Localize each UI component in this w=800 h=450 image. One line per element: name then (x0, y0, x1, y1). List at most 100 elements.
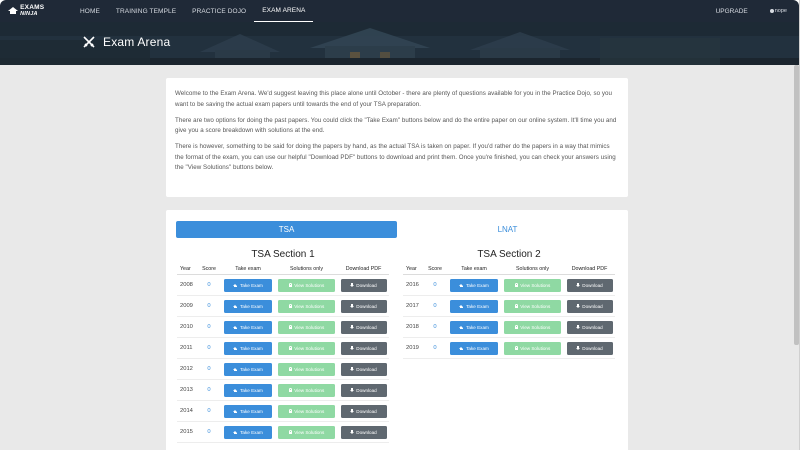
take-exam-cell: Take Exam (221, 278, 275, 292)
take-exam-button[interactable]: Take Exam (224, 425, 272, 439)
take-exam-button[interactable]: Take Exam (450, 341, 498, 355)
year-cell: 2014 (180, 408, 193, 414)
score-cell[interactable]: 0 (197, 429, 221, 435)
view-solutions-label: View Solutions (294, 408, 325, 414)
score-cell[interactable]: 0 (197, 366, 221, 372)
take-exam-button[interactable]: Take Exam (224, 341, 272, 355)
download-pdf-button[interactable]: Download (340, 383, 387, 397)
upgrade-link[interactable]: UPGRADE (716, 8, 748, 15)
download-pdf-button[interactable]: Download (566, 299, 613, 313)
download-pdf-button[interactable]: Download (566, 320, 613, 334)
take-exam-button[interactable]: Take Exam (450, 278, 498, 292)
score-cell[interactable]: 0 (423, 303, 447, 309)
lock-icon (514, 283, 519, 287)
download-pdf-cell: Download (338, 299, 389, 313)
download-icon (350, 346, 355, 350)
view-solutions-button[interactable]: View Solutions (504, 278, 561, 292)
graduation-cap-icon (233, 325, 238, 329)
lock-icon (288, 388, 293, 392)
take-exam-button[interactable]: Take Exam (224, 320, 272, 334)
download-pdf-button[interactable]: Download (340, 362, 387, 376)
score-cell[interactable]: 0 (197, 387, 221, 393)
take-exam-label: Take Exam (466, 282, 489, 288)
download-pdf-button[interactable]: Download (566, 341, 613, 355)
download-pdf-cell: Download (564, 320, 615, 334)
score-cell[interactable]: 0 (197, 345, 221, 351)
view-solutions-button[interactable]: View Solutions (278, 404, 335, 418)
tab-tsa[interactable]: TSA (176, 221, 397, 238)
view-solutions-button[interactable]: View Solutions (278, 299, 335, 313)
year-cell: 2015 (180, 429, 193, 435)
user-menu[interactable]: nope (769, 8, 787, 14)
score-cell[interactable]: 0 (197, 324, 221, 330)
lock-icon (514, 325, 519, 329)
nav-link-practice-dojo[interactable]: PRACTICE DOJO (184, 0, 254, 22)
download-pdf-button[interactable]: Download (340, 341, 387, 355)
download-icon (350, 325, 355, 329)
view-solutions-label: View Solutions (520, 282, 551, 288)
view-solutions-button[interactable]: View Solutions (504, 320, 561, 334)
exams-card: TSA LNAT TSA Section 1 Year Score Take e… (166, 210, 628, 450)
nav-links: HOME TRAINING TEMPLE PRACTICE DOJO EXAM … (72, 0, 314, 22)
table-row: 2008 0 Take Exam View Solutions Download (177, 275, 389, 296)
exam-tabs: TSA LNAT (176, 221, 618, 238)
download-pdf-button[interactable]: Download (566, 278, 613, 292)
take-exam-button[interactable]: Take Exam (224, 383, 272, 397)
take-exam-button[interactable]: Take Exam (224, 404, 272, 418)
exams-ninja-logo[interactable]: EXAMS NINJA (8, 4, 60, 18)
table-row: 2009 0 Take Exam View Solutions Download (177, 296, 389, 317)
view-solutions-button[interactable]: View Solutions (278, 320, 335, 334)
intro-card: Welcome to the Exam Arena. We'd suggest … (166, 78, 628, 197)
view-solutions-button[interactable]: View Solutions (278, 278, 335, 292)
year-cell: 2009 (180, 303, 193, 309)
download-icon (350, 283, 355, 287)
graduation-cap-icon (459, 283, 464, 287)
take-exam-label: Take Exam (240, 303, 263, 309)
take-exam-label: Take Exam (240, 387, 263, 393)
solutions-cell: View Solutions (275, 278, 338, 292)
download-pdf-cell: Download (338, 383, 389, 397)
header-solutions: Solutions only (290, 265, 323, 272)
header-take-exam: Take exam (235, 265, 261, 272)
banner-title: Exam Arena (82, 35, 170, 49)
view-solutions-button[interactable]: View Solutions (504, 341, 561, 355)
take-exam-button[interactable]: Take Exam (450, 299, 498, 313)
download-pdf-button[interactable]: Download (340, 425, 387, 439)
take-exam-button[interactable]: Take Exam (224, 278, 272, 292)
score-cell[interactable]: 0 (423, 345, 447, 351)
lock-icon (288, 283, 293, 287)
download-pdf-button[interactable]: Download (340, 278, 387, 292)
lock-icon (288, 430, 293, 434)
year-cell: 2018 (406, 324, 419, 330)
solutions-cell: View Solutions (275, 341, 338, 355)
score-cell[interactable]: 0 (197, 408, 221, 414)
graduation-cap-icon (233, 304, 238, 308)
view-solutions-button[interactable]: View Solutions (278, 341, 335, 355)
take-exam-button[interactable]: Take Exam (450, 320, 498, 334)
take-exam-button[interactable]: Take Exam (224, 299, 272, 313)
score-cell[interactable]: 0 (197, 282, 221, 288)
take-exam-cell: Take Exam (221, 320, 275, 334)
view-solutions-button[interactable]: View Solutions (278, 425, 335, 439)
nav-link-home[interactable]: HOME (72, 0, 108, 22)
view-solutions-button[interactable]: View Solutions (278, 362, 335, 376)
score-cell[interactable]: 0 (423, 282, 447, 288)
score-cell[interactable]: 0 (423, 324, 447, 330)
tab-lnat[interactable]: LNAT (397, 221, 618, 238)
nav-link-training-temple[interactable]: TRAINING TEMPLE (108, 0, 184, 22)
score-cell[interactable]: 0 (197, 303, 221, 309)
header-year: Year (406, 265, 417, 272)
take-exam-button[interactable]: Take Exam (224, 362, 272, 376)
user-icon (769, 9, 774, 13)
logo-wordmark: EXAMS NINJA (20, 4, 60, 18)
page-title: Exam Arena (103, 35, 171, 49)
download-pdf-button[interactable]: Download (340, 404, 387, 418)
solutions-cell: View Solutions (275, 383, 338, 397)
graduation-cap-icon (233, 388, 238, 392)
view-solutions-button[interactable]: View Solutions (278, 383, 335, 397)
nav-link-exam-arena[interactable]: EXAM ARENA (254, 0, 314, 22)
download-pdf-button[interactable]: Download (340, 320, 387, 334)
download-pdf-button[interactable]: Download (340, 299, 387, 313)
download-icon (350, 367, 355, 371)
view-solutions-button[interactable]: View Solutions (504, 299, 561, 313)
